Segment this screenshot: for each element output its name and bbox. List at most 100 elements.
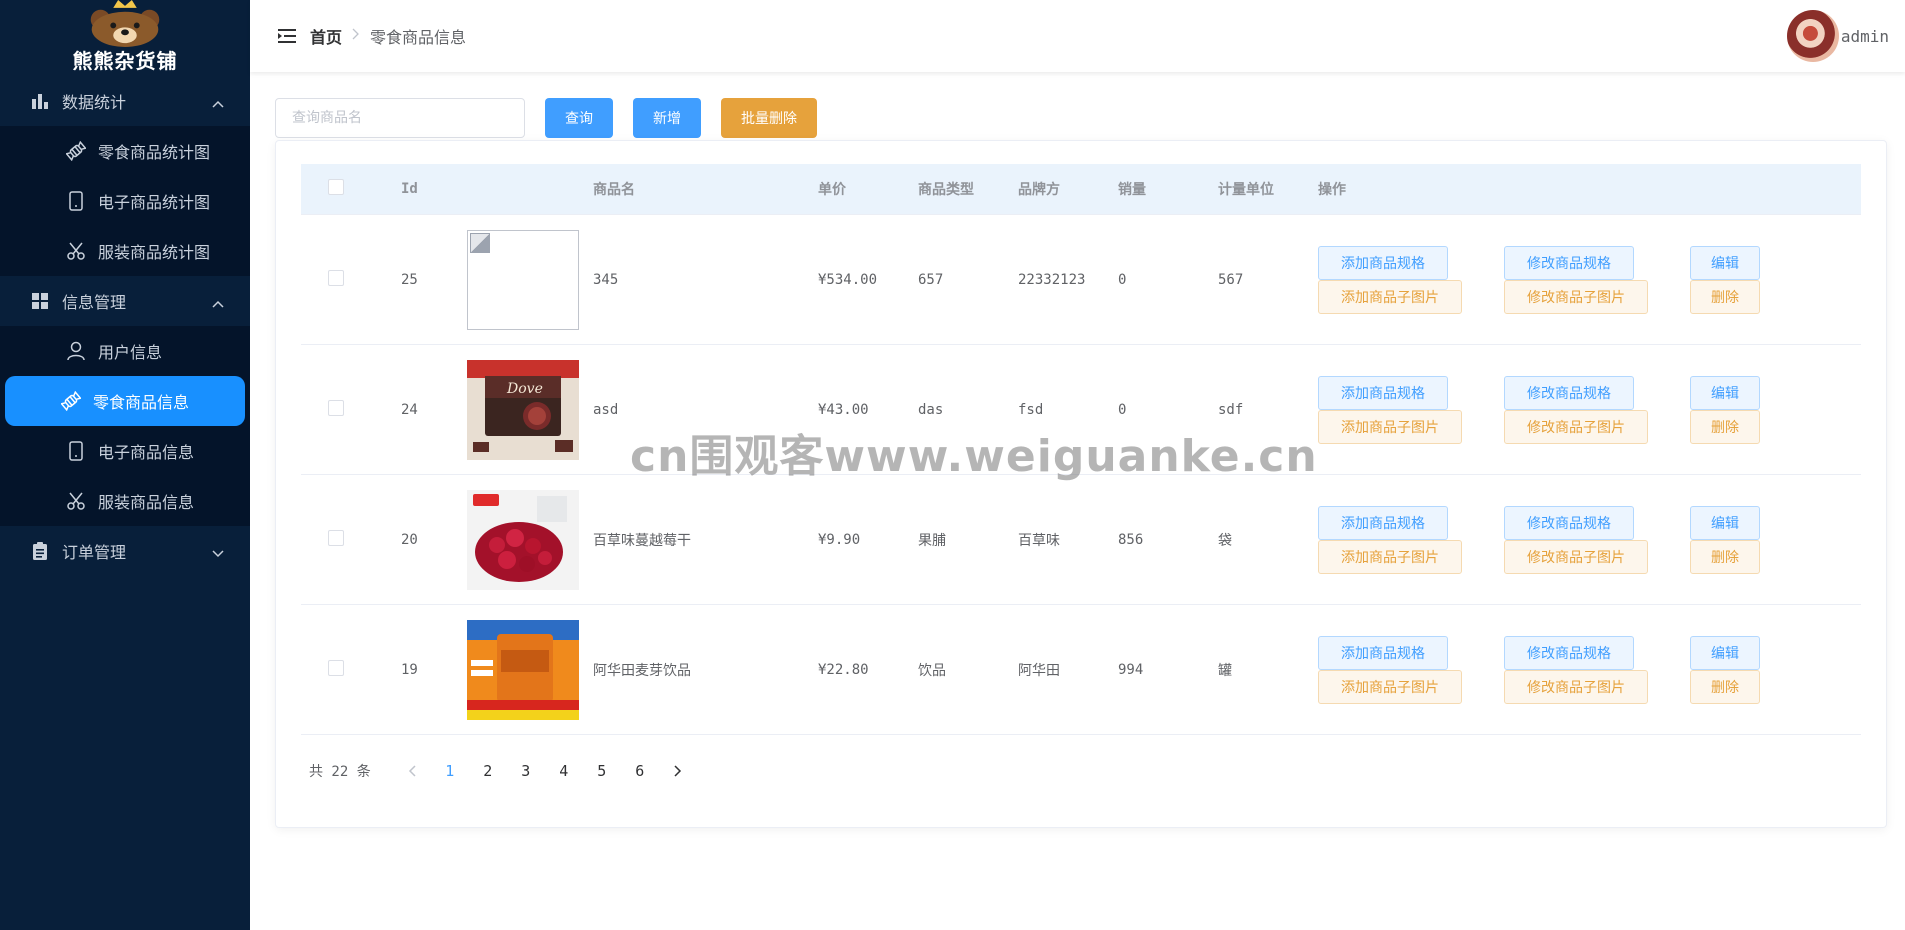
ops-col-crud: 编辑 删除	[1690, 375, 1760, 444]
cell-price: ¥22.80	[818, 661, 869, 678]
edit-button[interactable]: 编辑	[1690, 505, 1760, 540]
menu-fold-icon[interactable]	[278, 29, 296, 43]
sidebar-item-electronics-info[interactable]: 电子商品信息	[0, 426, 250, 476]
candy-icon	[61, 391, 81, 411]
add-sub-image-button[interactable]: 添加商品子图片	[1318, 409, 1462, 444]
sidebar-item-clothing-chart[interactable]: 服装商品统计图	[0, 226, 250, 276]
page-2[interactable]: 2	[469, 762, 507, 780]
edit-spec-button[interactable]: 修改商品规格	[1504, 635, 1634, 670]
user-menu[interactable]: admin	[1786, 10, 1889, 62]
cell-brand: 22332123	[1018, 271, 1086, 288]
sidebar-item-users[interactable]: 用户信息	[0, 326, 250, 376]
table-card: Id 商品名 单价 商品类型 品牌方 销量 计量单位 操作 25 345 ¥53…	[275, 140, 1887, 828]
table-header: Id 商品名 单价 商品类型 品牌方 销量 计量单位 操作	[301, 164, 1861, 215]
ops-col-crud: 编辑 删除	[1690, 505, 1760, 574]
add-spec-button[interactable]: 添加商品规格	[1318, 375, 1448, 410]
delete-button[interactable]: 删除	[1690, 539, 1760, 574]
menu-title-orders[interactable]: 订单管理	[0, 526, 250, 576]
page-1[interactable]: 1	[431, 762, 469, 780]
menu-title-label: 数据统计	[62, 93, 127, 112]
add-spec-button[interactable]: 添加商品规格	[1318, 245, 1448, 280]
breadcrumb-home[interactable]: 首页	[310, 24, 342, 48]
cell-name: 345	[593, 271, 619, 288]
sidebar-item-label: 服装商品统计图	[98, 243, 211, 262]
sidebar-item-label: 电子商品信息	[98, 443, 195, 462]
add-spec-button[interactable]: 添加商品规格	[1318, 505, 1448, 540]
user-name[interactable]: admin	[1841, 27, 1889, 46]
cell-type: das	[918, 401, 944, 418]
cell-unit: sdf	[1218, 401, 1244, 418]
page-5[interactable]: 5	[583, 762, 621, 780]
row-checkbox[interactable]	[328, 529, 344, 546]
header-name: 商品名	[593, 182, 635, 198]
row-checkbox[interactable]	[328, 399, 344, 416]
add-spec-button[interactable]: 添加商品规格	[1318, 635, 1448, 670]
table-row: 24 Dove asd ¥43.00 das fsd 0 sdf 添加商品规格 …	[301, 345, 1861, 475]
sidebar-item-snack-info[interactable]: 零食商品信息	[5, 376, 245, 426]
sidebar-item-clothing-info[interactable]: 服装商品信息	[0, 476, 250, 526]
search-input[interactable]	[275, 98, 525, 138]
sidebar: 熊熊杂货铺 数据统计 零食商品统计图 电子商品统计图 服装商品统计图 信息管理 …	[0, 0, 250, 930]
delete-button[interactable]: 删除	[1690, 669, 1760, 704]
menu-group-orders: 订单管理	[0, 526, 250, 576]
ops-col-edit: 修改商品规格 修改商品子图片	[1504, 635, 1648, 704]
edit-sub-image-button[interactable]: 修改商品子图片	[1504, 539, 1648, 574]
top-header: 首页 零食商品信息 admin	[250, 0, 1905, 72]
ops-col-edit: 修改商品规格 修改商品子图片	[1504, 245, 1648, 314]
tablet-icon	[66, 441, 86, 461]
cell-unit: 567	[1218, 271, 1244, 288]
row-checkbox-cell	[301, 659, 401, 680]
edit-sub-image-button[interactable]: 修改商品子图片	[1504, 669, 1648, 704]
breadcrumb: 首页 零食商品信息	[310, 24, 466, 48]
svg-text:Dove: Dove	[506, 381, 543, 397]
edit-button[interactable]: 编辑	[1690, 375, 1760, 410]
add-button[interactable]: 新增	[633, 98, 701, 138]
menu-title-stats[interactable]: 数据统计	[0, 76, 250, 126]
page-6[interactable]: 6	[621, 762, 659, 780]
sidebar-item-snack-chart[interactable]: 零食商品统计图	[0, 126, 250, 176]
edit-button[interactable]: 编辑	[1690, 635, 1760, 670]
add-sub-image-button[interactable]: 添加商品子图片	[1318, 539, 1462, 574]
row-checkbox[interactable]	[328, 659, 344, 676]
edit-spec-button[interactable]: 修改商品规格	[1504, 505, 1634, 540]
ops-col-add: 添加商品规格 添加商品子图片	[1318, 245, 1462, 314]
add-sub-image-button[interactable]: 添加商品子图片	[1318, 669, 1462, 704]
add-sub-image-button[interactable]: 添加商品子图片	[1318, 279, 1462, 314]
next-page-icon[interactable]	[659, 765, 697, 777]
header-unit: 计量单位	[1218, 182, 1274, 198]
edit-button[interactable]: 编辑	[1690, 245, 1760, 280]
edit-sub-image-button[interactable]: 修改商品子图片	[1504, 409, 1648, 444]
broken-image-icon	[467, 229, 579, 330]
cell-ops: 添加商品规格 添加商品子图片 修改商品规格 修改商品子图片 编辑 删除	[1318, 245, 1861, 314]
pagination-total: 共 22 条	[309, 764, 371, 780]
header-ops: 操作	[1318, 182, 1346, 198]
select-all-checkbox[interactable]	[328, 179, 344, 195]
cell-ops: 添加商品规格 添加商品子图片 修改商品规格 修改商品子图片 编辑 删除	[1318, 635, 1861, 704]
avatar[interactable]	[1786, 10, 1839, 62]
logo-text: 熊熊杂货铺	[72, 49, 178, 73]
query-button[interactable]: 查询	[545, 98, 613, 138]
submenu-info: 用户信息 零食商品信息 电子商品信息 服装商品信息	[0, 326, 250, 526]
edit-spec-button[interactable]: 修改商品规格	[1504, 375, 1634, 410]
edit-sub-image-button[interactable]: 修改商品子图片	[1504, 279, 1648, 314]
page-3[interactable]: 3	[507, 762, 545, 780]
delete-button[interactable]: 删除	[1690, 279, 1760, 314]
prev-page-icon[interactable]	[393, 765, 431, 777]
header-sales: 销量	[1118, 182, 1146, 198]
cell-name: 百草味蔓越莓干	[593, 532, 691, 549]
cell-brand: fsd	[1018, 401, 1044, 418]
batch-delete-button[interactable]: 批量删除	[721, 98, 817, 138]
sidebar-item-label: 用户信息	[98, 343, 163, 362]
delete-button[interactable]: 删除	[1690, 409, 1760, 444]
edit-spec-button[interactable]: 修改商品规格	[1504, 245, 1634, 280]
cell-name: asd	[593, 401, 619, 418]
row-checkbox[interactable]	[328, 269, 344, 286]
menu-title-info[interactable]: 信息管理	[0, 276, 250, 326]
menu-title-label: 订单管理	[62, 543, 127, 562]
sidebar-item-label: 电子商品统计图	[98, 193, 211, 212]
row-checkbox-cell	[301, 399, 401, 420]
cell-sales: 0	[1118, 401, 1127, 418]
page-4[interactable]: 4	[545, 762, 583, 780]
sidebar-item-electronics-chart[interactable]: 电子商品统计图	[0, 176, 250, 226]
ops-col-crud: 编辑 删除	[1690, 635, 1760, 704]
